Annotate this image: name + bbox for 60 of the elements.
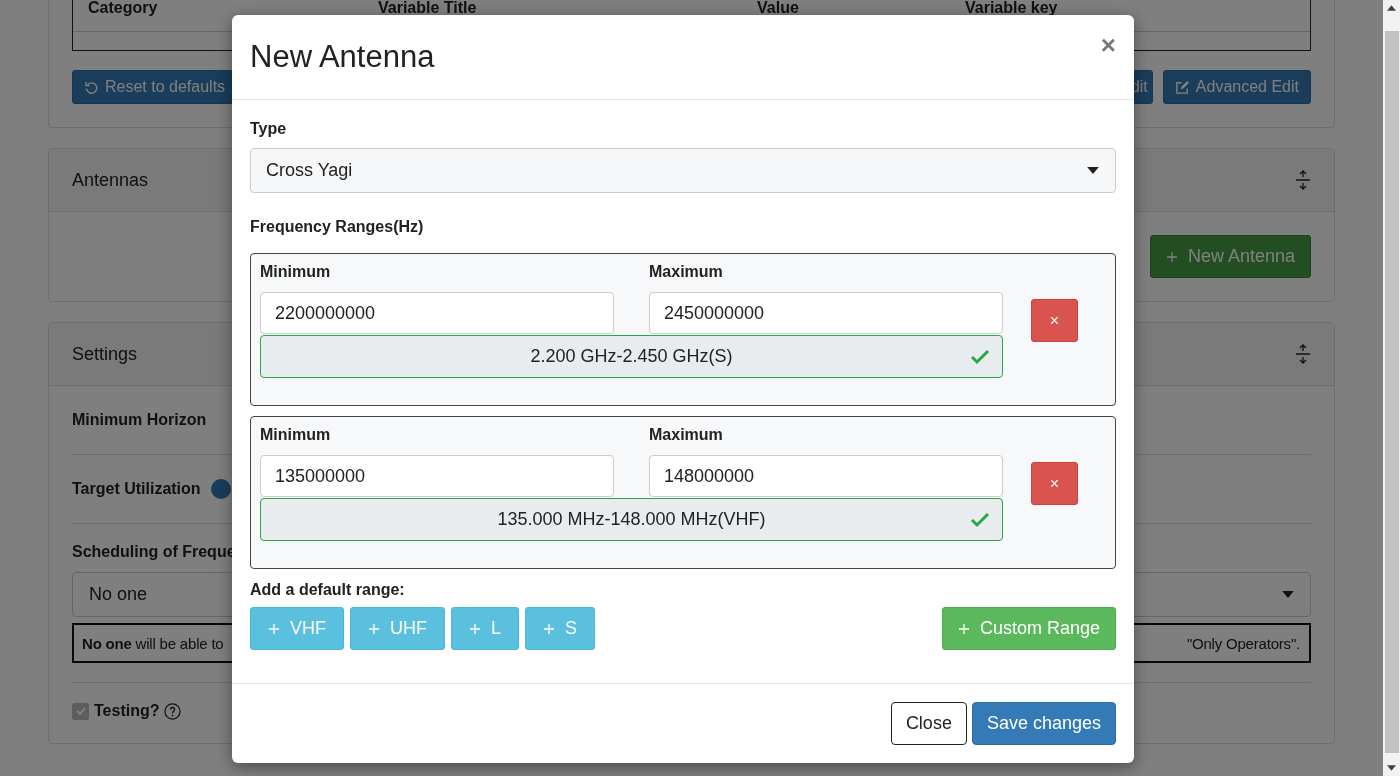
check-icon [970, 511, 990, 528]
testing-label: Testing? [94, 702, 160, 720]
setting-label: Scheduling of Freque [72, 543, 237, 561]
caret-icon [1087, 167, 1099, 174]
remove-range-button[interactable]: × [1031, 462, 1078, 505]
collapse-icon[interactable] [1295, 344, 1311, 364]
preset-button[interactable]: UHF [350, 607, 445, 650]
field-label: Minimum [260, 426, 332, 445]
type-select[interactable]: Cross Yagi [250, 148, 1116, 193]
close-button[interactable]: × [1100, 29, 1116, 61]
maximum-field[interactable]: 148000000 [649, 455, 1003, 497]
minimum-field[interactable]: 135000000 [260, 455, 614, 497]
check-icon [970, 348, 990, 365]
column-header: Variable key [965, 0, 1059, 18]
plus-icon [543, 622, 555, 635]
advanced-edit-button[interactable]: Advanced Edit [1162, 70, 1311, 104]
maximum-field[interactable]: 2450000000 [649, 292, 1003, 334]
section-label: Frequency Ranges(Hz) [250, 217, 425, 237]
field-label: Minimum [260, 263, 332, 282]
plus-icon [469, 622, 481, 635]
save-button[interactable]: Save changes [971, 702, 1116, 745]
testing-checkbox[interactable] [72, 702, 89, 720]
section-label: Add a default range: [250, 580, 406, 600]
plus-icon [957, 622, 970, 635]
card-title: Antennas [72, 169, 149, 191]
custom-range-button[interactable]: Custom Range [941, 607, 1116, 650]
column-header: Variable Title [378, 0, 478, 18]
note-text: No one will be able to [82, 634, 224, 652]
range-summary: 2.200 GHz-2.450 GHz(S) [260, 335, 1003, 378]
edit-icon [1174, 79, 1190, 95]
caret-icon [1282, 591, 1294, 598]
field-label: Type [250, 119, 288, 139]
range-summary: 135.000 MHz-148.000 MHz(VHF) [260, 498, 1003, 541]
plus-icon [268, 622, 280, 635]
plus-icon [368, 622, 380, 635]
checkmark-icon [74, 705, 87, 717]
minimum-field[interactable]: 2200000000 [260, 292, 614, 334]
scroll-up-icon[interactable] [1387, 5, 1396, 11]
field-label: Maximum [649, 426, 724, 445]
preset-button[interactable]: L [451, 607, 519, 650]
remove-range-button[interactable]: × [1031, 299, 1078, 342]
close-button[interactable]: Close [890, 702, 967, 745]
setting-label: Minimum Horizon [72, 411, 207, 429]
column-header: Category [88, 0, 159, 18]
field-label: Maximum [649, 263, 724, 282]
card-title: Settings [72, 343, 138, 365]
new-antenna-button[interactable]: New Antenna [1149, 235, 1311, 278]
reset-icon [84, 79, 99, 95]
preset-button[interactable]: VHF [250, 607, 344, 650]
preset-button[interactable]: S [525, 607, 596, 650]
scroll-down-icon[interactable] [1387, 765, 1396, 771]
note-text: "Only Operators". [1186, 634, 1300, 652]
scrollbar[interactable] [1383, 0, 1400, 776]
modal-title: New Antenna [250, 39, 435, 75]
setting-label: Target Utilization [72, 480, 201, 498]
plus-icon [1165, 250, 1178, 263]
column-header: Value [757, 0, 800, 18]
collapse-icon[interactable] [1295, 170, 1311, 190]
help-icon[interactable] [164, 702, 182, 720]
slider-thumb[interactable] [210, 479, 231, 499]
